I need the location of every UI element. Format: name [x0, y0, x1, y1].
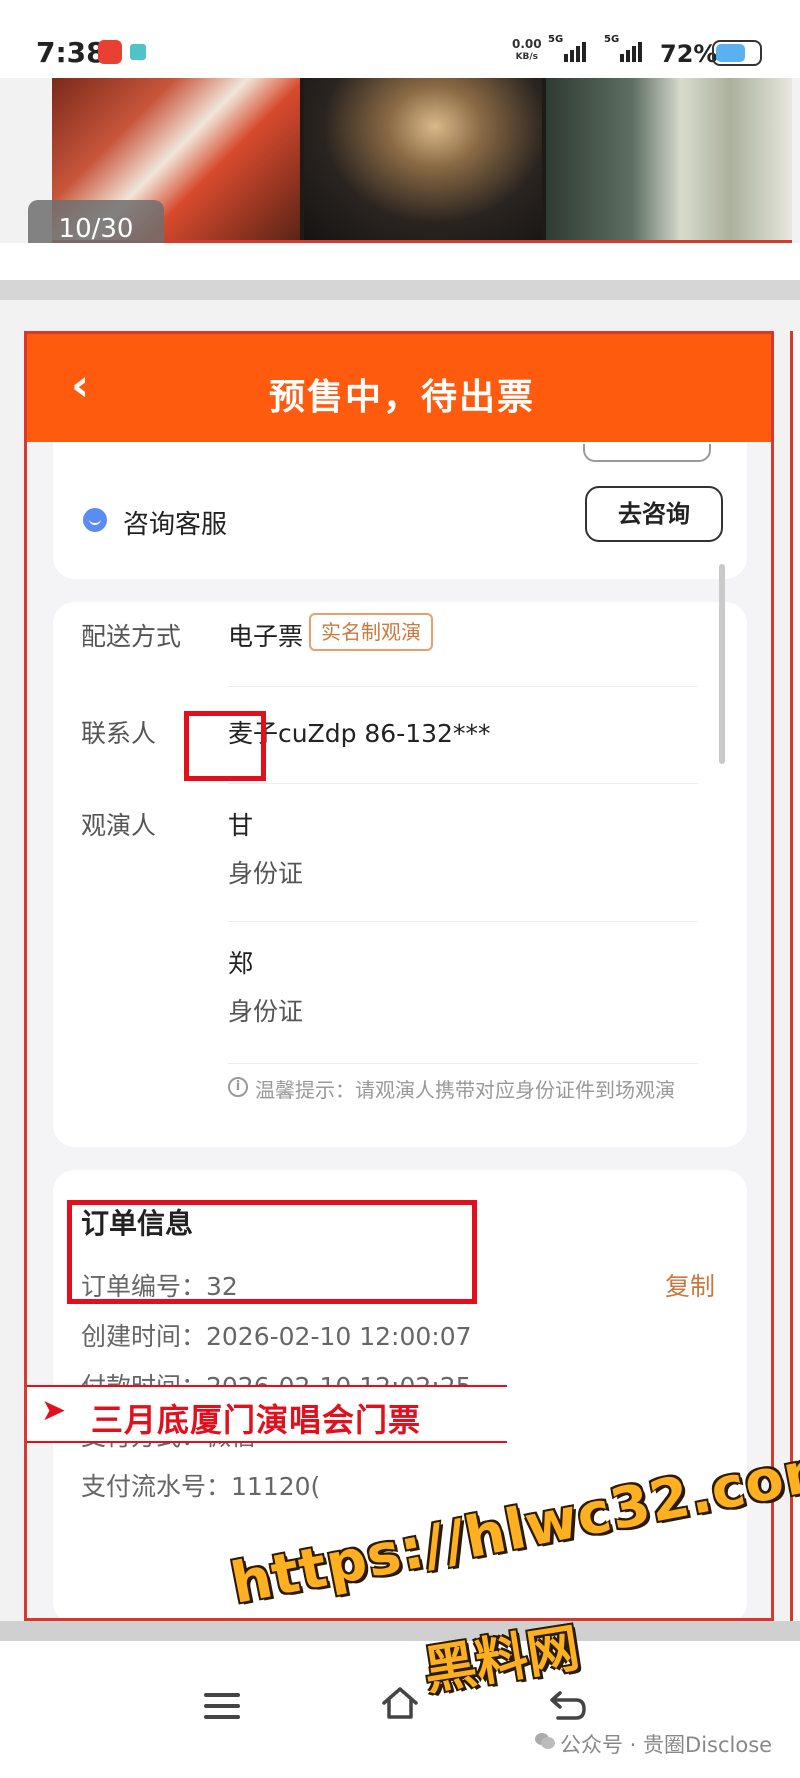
audience-id-type-1: 身份证 [228, 859, 304, 888]
real-name-badge: 实名制观演 [309, 613, 433, 651]
highlight-box-times [67, 1200, 477, 1304]
chat-bubble-icon [83, 508, 107, 532]
caption-text: 三月底厦门演唱会门票 [91, 1401, 422, 1439]
page-title: 预售中，待出票 [268, 377, 535, 418]
notification-app-icon [98, 40, 122, 64]
divider [228, 783, 698, 784]
pay-serial: 支付流水号：11120( [81, 1472, 321, 1501]
neighbor-screenshot-edge [790, 331, 800, 1621]
ticket-info-card [53, 602, 747, 1147]
delivery-label: 配送方式 [81, 622, 182, 651]
spacer [0, 243, 800, 280]
battery-icon [712, 40, 762, 66]
network-speed-value: 0.00 [512, 37, 542, 51]
system-nav-bar: 公众号 · 贵圈Disclose [0, 1641, 800, 1778]
divider [228, 1063, 698, 1064]
consult-button[interactable]: 去咨询 [585, 486, 723, 542]
audience-name-1: 甘 [228, 811, 254, 840]
scrollbar[interactable] [719, 564, 725, 764]
highlight-box-name [184, 711, 266, 781]
caption-banner: ➤ 三月底厦门演唱会门票 [27, 1385, 507, 1443]
source-credit: 公众号 · 贵圈Disclose [560, 1733, 773, 1757]
divider [0, 1621, 800, 1641]
signal-icon-2: 5G [604, 34, 648, 64]
delivery-value: 电子票 [228, 622, 304, 651]
back-icon[interactable] [546, 1685, 590, 1725]
battery-percent: 72% [660, 40, 718, 68]
audience-name-2: 郑 [228, 949, 254, 978]
status-bar: 7:38 0.00 KB/s 5G 5G 72% [0, 0, 800, 78]
arrow-icon: ➤ [41, 1393, 67, 1428]
cut-off-button [583, 444, 711, 462]
menu-icon[interactable] [204, 1693, 240, 1719]
notification-app-icon-2 [130, 44, 146, 60]
status-time: 7:38 [36, 36, 106, 69]
audience-id-type-2: 身份证 [228, 997, 304, 1026]
gallery-photo-3 [546, 78, 792, 240]
divider [228, 686, 698, 687]
divider [0, 280, 800, 300]
signal-icon: 5G [548, 34, 592, 64]
info-icon: i [228, 1077, 248, 1097]
wechat-icon [535, 1733, 555, 1749]
service-label: 咨询客服 [123, 510, 228, 540]
order-created-time: 创建时间：2026-02-10 12:00:07 [81, 1322, 472, 1351]
signal-label: 5G [548, 34, 564, 45]
header-bar: ‹ 预售中，待出票 [27, 334, 771, 442]
divider [228, 921, 698, 922]
copy-button[interactable]: 复制 [665, 1267, 715, 1303]
network-speed: 0.00 KB/s [512, 38, 542, 64]
contact-label: 联系人 [81, 719, 157, 748]
gallery-photo-2 [304, 78, 542, 240]
network-speed-unit: KB/s [515, 52, 539, 62]
signal-label-2: 5G [604, 34, 620, 45]
audience-label: 观演人 [81, 811, 157, 840]
contact-value: 麦子cuZdp 86-132*** [228, 719, 491, 748]
home-icon[interactable] [378, 1681, 422, 1725]
audience-tip: 温馨提示：请观演人携带对应身份证件到场观演 [255, 1078, 675, 1102]
order-screenshot: 咨询客服 去咨询 配送方式 电子票 实名制观演 联系人 麦子cuZdp 86-1… [24, 331, 774, 1621]
